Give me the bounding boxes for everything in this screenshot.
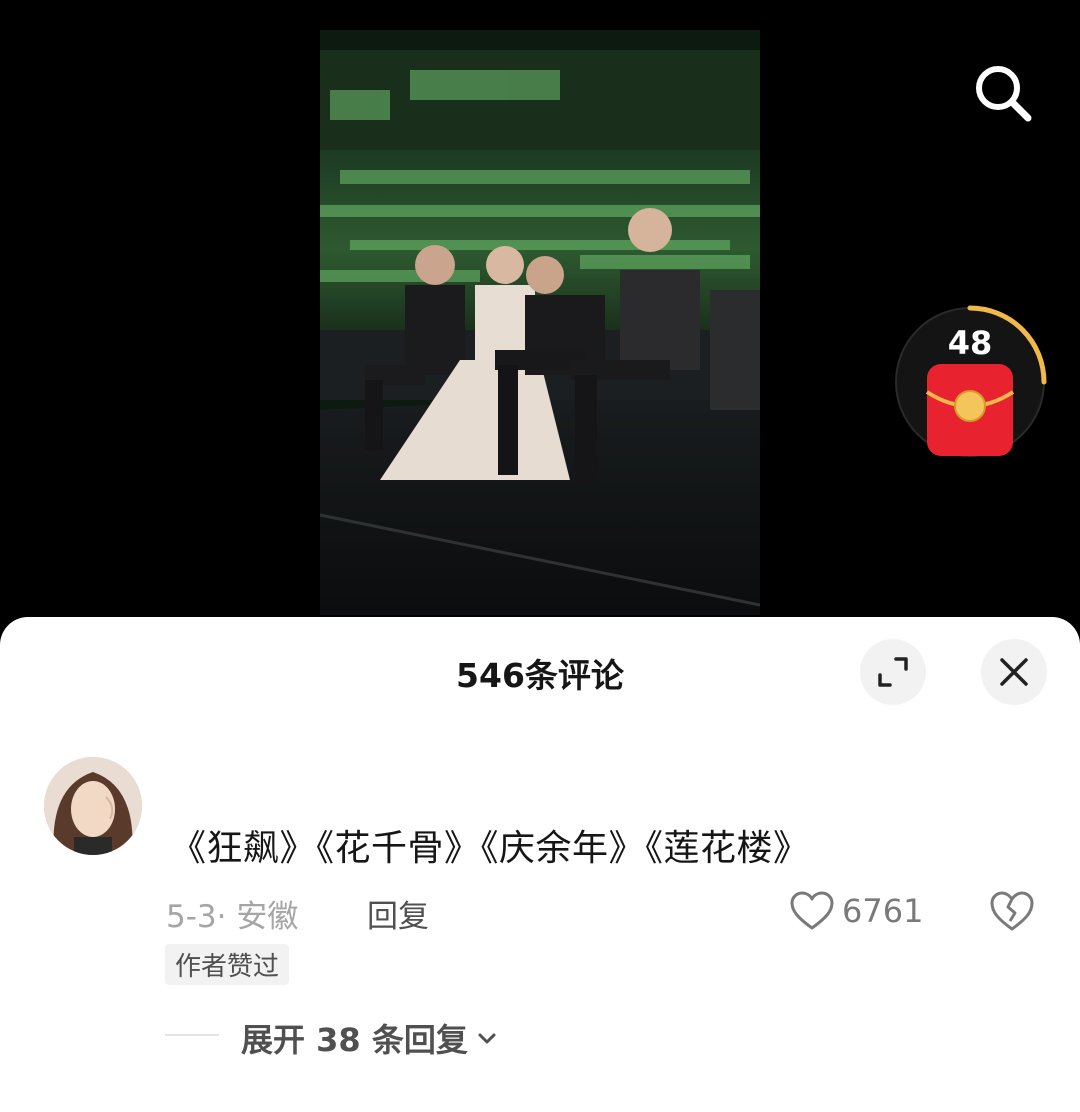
red-packet-count: 48 bbox=[947, 324, 993, 362]
heart-icon bbox=[790, 891, 834, 930]
expand-replies-label: 展开 38 条回复 bbox=[241, 1021, 468, 1059]
dislike-button[interactable] bbox=[988, 889, 1036, 933]
avatar-image bbox=[44, 757, 142, 855]
comment-text: 《狂飙》《花千骨》《庆余年》《莲花楼》 bbox=[170, 828, 810, 869]
comment-date-location: 5-3· 安徽 bbox=[166, 899, 299, 935]
like-button[interactable]: 6761 bbox=[790, 889, 923, 933]
chevron-down-icon bbox=[478, 1033, 496, 1044]
close-button[interactable] bbox=[981, 639, 1047, 705]
expand-replies-button[interactable]: 展开 38 条回复 bbox=[241, 1015, 498, 1061]
like-count: 6761 bbox=[842, 892, 924, 930]
expand-icon bbox=[878, 657, 908, 687]
red-packet-timer[interactable]: 48 bbox=[890, 302, 1050, 462]
expand-button[interactable] bbox=[860, 639, 926, 705]
author-liked-badge: 作者赞过 bbox=[165, 944, 290, 985]
video-image bbox=[320, 30, 760, 615]
comments-panel: 546条评论 《狂飙》《花千骨》《庆余年》《莲花楼》 5-3· 安徽 回复 67… bbox=[0, 617, 1080, 1112]
search-button[interactable] bbox=[968, 58, 1038, 128]
video-player[interactable]: 48 bbox=[0, 0, 1080, 640]
broken-heart-icon bbox=[990, 891, 1034, 931]
avatar[interactable] bbox=[44, 757, 142, 855]
divider bbox=[165, 1034, 219, 1036]
search-icon bbox=[976, 66, 1032, 122]
close-icon bbox=[1000, 658, 1028, 686]
video-frame[interactable] bbox=[320, 30, 760, 615]
reply-button[interactable]: 回复 bbox=[367, 891, 429, 936]
